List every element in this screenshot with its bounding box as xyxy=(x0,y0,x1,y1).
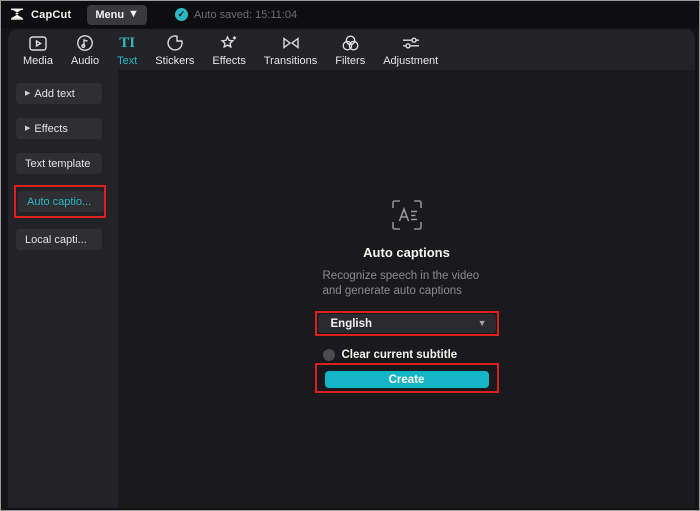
media-icon xyxy=(28,34,48,53)
text-icon: TI xyxy=(119,34,136,51)
tab-label: Media xyxy=(23,54,53,67)
tab-transitions[interactable]: Transitions xyxy=(255,29,326,70)
audio-icon xyxy=(76,34,94,53)
panel-description: Recognize speech in the video and genera… xyxy=(315,269,499,299)
app-title: CapCut xyxy=(31,8,72,21)
workspace-panel: Media Audio TI Text Stickers Effects Tra… xyxy=(8,29,695,508)
autosave-text: Auto saved: 15:11:04 xyxy=(193,8,298,21)
sidebar-item-text-template[interactable]: Text template xyxy=(16,153,102,174)
tab-label: Stickers xyxy=(155,54,195,67)
tab-media[interactable]: Media xyxy=(14,29,62,70)
tab-label: Transitions xyxy=(263,54,318,67)
media-type-toolbar: Media Audio TI Text Stickers Effects Tra… xyxy=(8,29,695,70)
language-dropdown[interactable]: English ▼ xyxy=(317,314,496,333)
tab-label: Audio xyxy=(70,54,100,67)
description-line: Recognize speech in the video xyxy=(322,270,480,282)
sidebar-item-effects[interactable]: ▶ Effects xyxy=(16,118,102,139)
effects-icon xyxy=(219,34,239,53)
auto-captions-column: Auto captions Recognize speech in the vi… xyxy=(314,70,499,393)
text-sidebar: ▶ Add text ▶ Effects Text template Auto … xyxy=(8,70,118,508)
top-bar: CapCut Menu ▼ ✓ Auto saved: 15:11:04 xyxy=(1,1,699,28)
circle-unchecked-icon[interactable] xyxy=(322,349,335,361)
description-line: and generate auto captions xyxy=(322,285,462,297)
sidebar-item-auto-captions[interactable]: Auto captio... xyxy=(18,191,104,212)
menu-button[interactable]: Menu ▼ xyxy=(87,4,147,25)
sidebar-item-add-text[interactable]: ▶ Add text xyxy=(16,83,102,104)
triangle-right-icon: ▶ xyxy=(25,90,31,97)
check-circle-icon: ✓ xyxy=(174,8,188,21)
clear-subtitle-option[interactable]: Clear current subtitle xyxy=(315,349,499,361)
tab-effects[interactable]: Effects xyxy=(203,29,254,70)
tab-filters[interactable]: Filters xyxy=(326,29,374,70)
tab-label: Adjustment xyxy=(383,54,439,67)
language-highlight-box: English ▼ xyxy=(314,311,499,336)
tab-label: Filters xyxy=(335,54,366,67)
create-highlight-box: Create xyxy=(314,363,499,393)
sidebar-item-local-captions[interactable]: Local capti... xyxy=(16,229,102,250)
tab-adjustment[interactable]: Adjustment xyxy=(374,29,447,70)
tab-stickers[interactable]: Stickers xyxy=(146,29,203,70)
filters-icon xyxy=(341,34,360,53)
capcut-window: CapCut Menu ▼ ✓ Auto saved: 15:11:04 Med… xyxy=(0,0,700,511)
tab-label: Effects xyxy=(212,54,246,67)
tab-text[interactable]: TI Text xyxy=(108,29,146,70)
chevron-down-icon: ▼ xyxy=(128,8,139,20)
triangle-right-icon: ▶ xyxy=(25,125,31,132)
capcut-logo-icon xyxy=(11,8,24,20)
stickers-icon xyxy=(166,34,184,53)
tab-label: Text xyxy=(117,54,138,67)
tab-audio[interactable]: Audio xyxy=(62,29,108,70)
auto-captions-panel: Auto captions Recognize speech in the vi… xyxy=(118,70,695,508)
auto-captions-highlight-box: Auto captio... xyxy=(14,185,106,218)
clear-subtitle-label: Clear current subtitle xyxy=(341,349,458,361)
auto-captions-frame-icon xyxy=(391,200,422,230)
language-selected-value: English xyxy=(330,317,373,330)
chevron-down-icon: ▼ xyxy=(477,318,487,328)
panel-title: Auto captions xyxy=(363,245,450,260)
transitions-icon xyxy=(281,34,301,53)
autosave-status: ✓ Auto saved: 15:11:04 xyxy=(174,8,298,21)
create-button[interactable]: Create xyxy=(324,371,489,388)
adjustment-icon xyxy=(401,34,421,53)
menu-button-label: Menu xyxy=(95,8,125,21)
card-body: ▶ Add text ▶ Effects Text template Auto … xyxy=(8,70,695,508)
